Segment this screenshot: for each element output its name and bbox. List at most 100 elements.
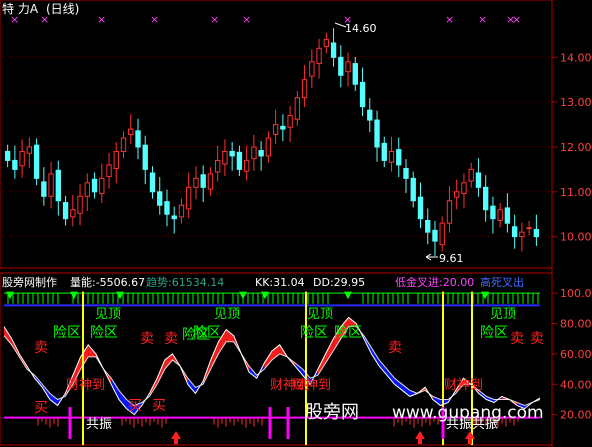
candle-body [243, 159, 250, 172]
price-tick-label: 11.00 [560, 186, 592, 199]
buy-label: 买 [152, 398, 166, 414]
candle-body [157, 191, 163, 206]
candle-body [330, 42, 337, 58]
signal-cross: × [210, 13, 219, 26]
candle-body [186, 186, 192, 210]
candle-body [19, 150, 25, 167]
candle-body [439, 222, 445, 246]
candle-body [287, 115, 293, 128]
high-label: 14.60 [345, 22, 377, 35]
signal-cross: × [445, 13, 454, 26]
indicator-header-item: 趋势:61534.14 [146, 276, 224, 289]
candle-body [113, 150, 119, 169]
candle-body [164, 201, 170, 215]
price-tick-label: 14.00 [560, 51, 592, 64]
candle-body [461, 182, 467, 195]
price-axis: 14.00 13.00 12.00 11.00 10.00 [552, 51, 592, 244]
candle-body [251, 146, 257, 160]
risk-zone-label: 险区 [193, 325, 221, 341]
candle-body [504, 207, 511, 224]
signal-cross: × [10, 13, 19, 26]
sell-label: 卖 [34, 340, 48, 356]
candle-body [258, 150, 264, 157]
indicator-tick-label: 40.00 [560, 378, 592, 391]
candle-body [367, 109, 373, 121]
candle-body [345, 61, 351, 73]
candle-body [309, 61, 315, 77]
candle-body [294, 97, 301, 120]
candle-body [338, 56, 344, 76]
candle-body [396, 149, 402, 166]
candle-body [468, 168, 474, 182]
candle-body [84, 182, 90, 197]
buy-label: 买 [128, 398, 142, 414]
low-label: 9.61 [439, 252, 464, 265]
candle-body [229, 150, 235, 157]
buy-up-arrow-stem [418, 439, 422, 444]
period-label: (日线) [46, 2, 79, 16]
watermark-url: www.gupang.com [392, 403, 544, 423]
indicator-header-item: KK:31.04 [255, 276, 305, 289]
candle-body [26, 146, 33, 154]
candle-body [120, 137, 127, 152]
indicator-header-item: 股旁网制作 [2, 275, 57, 289]
candle-body [497, 209, 503, 221]
risk-zone-label: 险区 [90, 325, 118, 341]
candle-body [359, 81, 366, 108]
indicator-tick-label: 60.00 [560, 348, 592, 361]
top-watch-label: 见顶 [490, 307, 516, 322]
candle-body [62, 202, 69, 220]
candle-body [215, 159, 221, 173]
candle-body [454, 191, 460, 198]
candle-body [490, 205, 496, 220]
indicator-header: 股旁网制作 量能:-5506.67 趋势:61534.14 KK:31.04 DD:29… [2, 275, 524, 289]
indicator-tick-label: 20.00 [560, 409, 592, 422]
buy-up-arrow-stem [468, 439, 472, 444]
candle-body [352, 63, 358, 85]
candle-body [4, 150, 11, 161]
indicator-header-item: 量能:-5506.67 [70, 275, 145, 289]
signal-cross: × [150, 13, 159, 26]
price-tick-label: 10.00 [560, 231, 592, 244]
candle-body [70, 209, 76, 218]
candle-body [272, 124, 279, 135]
indicator-axis: 100.00 80.00 60.00 40.00 20.00 [552, 287, 592, 422]
candle [33, 138, 40, 186]
candle-body [41, 181, 47, 197]
candle-body [280, 125, 286, 130]
candle-body [171, 215, 177, 220]
candle-body [193, 177, 199, 188]
candle-body [526, 227, 532, 230]
top-watch-label: 见顶 [95, 307, 121, 322]
candle-body [33, 144, 40, 179]
candle-body [222, 150, 228, 165]
candle-body [388, 150, 395, 163]
candle-body [236, 151, 243, 170]
signal-cross: × [242, 13, 251, 26]
sell-label: 卖 [388, 340, 402, 356]
candle-body [128, 128, 134, 135]
candle-body [417, 196, 424, 220]
candle-body [381, 142, 387, 161]
candle-body [475, 172, 482, 188]
candle-body [432, 229, 438, 242]
candle-body [316, 47, 322, 65]
price-tick-label: 13.00 [560, 96, 592, 109]
candle-body [425, 219, 431, 233]
candle-body [519, 231, 525, 238]
stock-chart: 特 力A (日线) 14.00 13.00 12.00 11.00 10.00 × × × ×… [0, 0, 592, 447]
candle-body [99, 177, 105, 195]
candle-body [200, 174, 206, 188]
candle-body [91, 178, 98, 193]
sell-label: 卖 [140, 331, 154, 347]
indicator-header-item: 低金叉进:20.00 [395, 275, 474, 289]
indicator-tick-label: 80.00 [560, 318, 592, 331]
wealth-label: 财神到 [444, 378, 483, 393]
top-watch-label: 见顶 [307, 307, 333, 322]
candle-body [178, 204, 185, 218]
sell-label: 卖 [164, 331, 178, 347]
candle-body [533, 228, 540, 238]
buy-up-arrow-stem [174, 439, 178, 444]
stock-title: 特 力A [2, 1, 39, 16]
risk-zone-label: 险区 [300, 325, 328, 341]
